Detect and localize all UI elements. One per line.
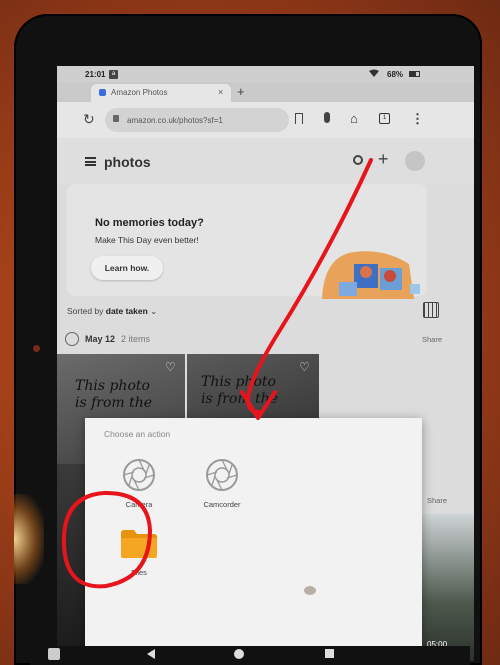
battery-icon [409, 71, 420, 77]
thumbnail-text: This photo is from the [75, 378, 153, 411]
lint-mark [304, 586, 316, 595]
front-camera [33, 345, 40, 352]
add-icon[interactable]: + [378, 149, 389, 170]
favorite-icon[interactable]: ♡ [299, 360, 310, 374]
browser-menu-icon[interactable]: ⋮ [411, 111, 424, 127]
reload-icon[interactable]: ↻ [83, 111, 95, 128]
light-glare [14, 494, 44, 584]
memories-illustration [322, 251, 420, 299]
browser-toolbar: ↻ amazon.co.uk/photos?sf=1 ⌂ 1 ⋮ [57, 102, 474, 138]
memories-subtitle: Make This Day even better! [95, 235, 199, 245]
tab-close-icon[interactable]: × [218, 87, 223, 97]
notification-badge: a [109, 70, 118, 79]
sort-value: date taken [105, 306, 148, 316]
date-label: May 12 [85, 334, 116, 344]
launcher-icon[interactable] [48, 648, 60, 660]
status-bar: 21:01 a 68% [57, 66, 474, 82]
battery-percent: 68% [387, 70, 404, 79]
thumbnail-text: This photo is from the [201, 374, 279, 407]
search-icon[interactable] [353, 155, 363, 165]
date-group-header: May 12 2 items Share [65, 330, 465, 350]
favorite-icon[interactable]: ♡ [165, 360, 176, 374]
memories-title: No memories today? [95, 217, 204, 229]
hamburger-menu-icon[interactable] [85, 157, 96, 166]
tabs-count-icon[interactable]: 1 [379, 113, 390, 124]
tablet-device: 21:01 a 68% Amazon Photos × + ↻ amazon.c… [14, 14, 482, 665]
browser-tab[interactable]: Amazon Photos × [91, 84, 231, 102]
favicon-icon [99, 89, 106, 96]
tab-title: Amazon Photos [111, 88, 168, 97]
avatar[interactable] [405, 151, 425, 171]
chevron-down-icon: ⌄ [150, 306, 158, 316]
camera-aperture-icon [123, 459, 155, 491]
url-field[interactable]: amazon.co.uk/photos?sf=1 [105, 108, 289, 132]
status-time: 21:01 [85, 70, 106, 79]
camcorder-option[interactable]: Camcorder [192, 458, 252, 528]
camera-label: Camera [125, 500, 153, 509]
photo-thumbnail[interactable] [57, 464, 87, 661]
learn-how-button[interactable]: Learn how. [91, 256, 163, 280]
video-thumbnail[interactable] [419, 514, 474, 661]
item-count: 2 items [121, 334, 151, 344]
home-icon[interactable]: ⌂ [350, 111, 358, 126]
files-option[interactable]: Files [109, 526, 169, 596]
app-header: photos + [57, 138, 474, 184]
bookmark-icon[interactable] [295, 113, 303, 124]
new-tab-icon[interactable]: + [237, 84, 245, 99]
back-icon[interactable] [147, 649, 155, 659]
system-nav-bar [30, 646, 470, 665]
memories-card: No memories today? Make This Day even be… [67, 184, 427, 299]
wifi-icon [369, 69, 379, 80]
files-label: Files [131, 568, 147, 577]
folder-icon [121, 530, 157, 558]
mic-icon[interactable] [324, 112, 330, 123]
camcorder-label: Camcorder [203, 500, 241, 509]
app-title: photos [104, 154, 151, 170]
url-text: amazon.co.uk/photos?sf=1 [127, 116, 223, 125]
grid-view-icon[interactable] [423, 302, 439, 318]
sort-control[interactable]: Sorted by date taken ⌄ [67, 306, 157, 317]
camcorder-aperture-icon [206, 459, 238, 491]
screen: 21:01 a 68% Amazon Photos × + ↻ amazon.c… [57, 66, 474, 661]
lock-icon [113, 115, 119, 122]
select-all-checkbox[interactable] [65, 332, 79, 346]
tab-strip: Amazon Photos × + [57, 82, 474, 102]
home-button-icon[interactable] [234, 649, 244, 659]
sort-prefix: Sorted by [67, 306, 106, 316]
camera-option[interactable]: Camera [109, 458, 169, 528]
share-link[interactable]: Share [427, 496, 447, 505]
dialog-title: Choose an action [104, 429, 171, 439]
choose-action-dialog: Choose an action Camera Camcorder Files [85, 418, 422, 661]
share-link[interactable]: Share [422, 335, 442, 344]
recents-icon[interactable] [325, 649, 334, 658]
